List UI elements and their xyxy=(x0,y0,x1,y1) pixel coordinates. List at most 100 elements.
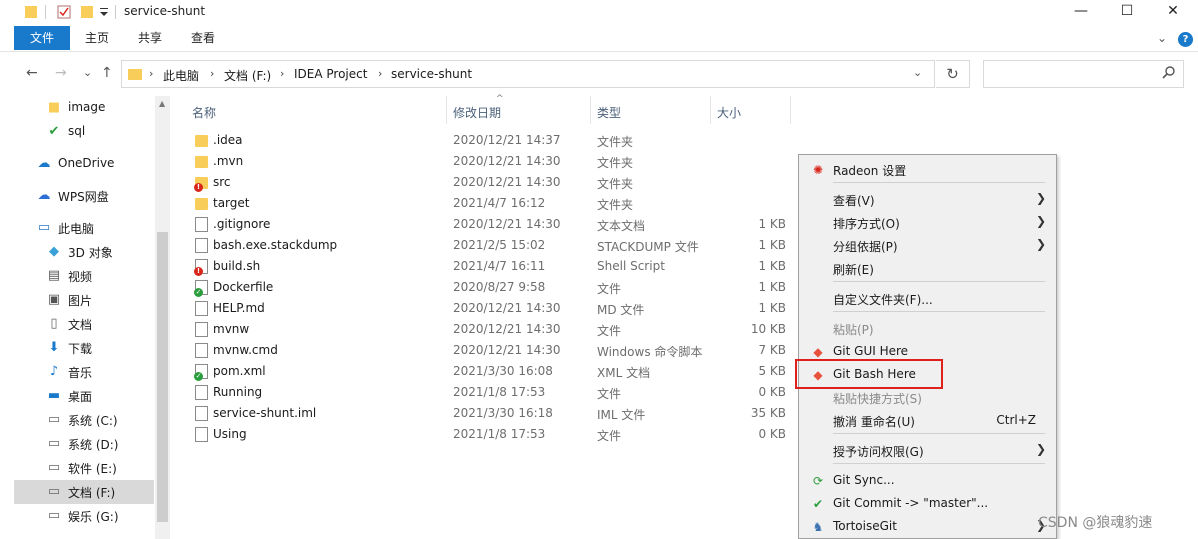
file-row[interactable]: mvnw 2020/12/21 14:30 文件 10 KB xyxy=(186,319,796,340)
file-row[interactable]: service-shunt.iml 2021/3/30 16:18 IML 文件 35… xyxy=(186,403,796,424)
sidebar-item[interactable]: ▣ 图片 xyxy=(14,288,154,312)
help-icon[interactable]: ? xyxy=(1178,32,1193,47)
file-row[interactable]: ! build.sh 2021/4/7 16:11 Shell Script 1 KB xyxy=(186,256,796,277)
address-bar[interactable]: › 此电脑 › 文档 (F:) › IDEA Project › service… xyxy=(121,60,935,88)
sidebar-scrollbar-thumb[interactable] xyxy=(157,232,168,522)
close-button[interactable]: ✕ xyxy=(1150,0,1196,24)
sidebar-item-label: 下载 xyxy=(68,342,93,356)
menu-item[interactable]: ✺ Radeon 设置 xyxy=(799,158,1056,181)
menu-item-label: 撤消 重命名(U) xyxy=(833,415,915,429)
menu-item[interactable]: 查看(V) ❯ xyxy=(799,188,1056,211)
menu-item[interactable]: ⟳ Git Sync... xyxy=(799,469,1056,492)
column-header-date[interactable]: 修改日期 xyxy=(453,104,501,121)
new-folder-icon[interactable] xyxy=(80,4,94,20)
menu-item[interactable]: ♞ TortoiseGit ❯ xyxy=(799,515,1056,538)
file-size: 1 KB xyxy=(758,280,786,294)
forward-button[interactable]: → xyxy=(55,65,67,81)
menu-item[interactable]: 自定义文件夹(F)... xyxy=(799,287,1056,310)
tab-share[interactable]: 共享 xyxy=(127,26,173,50)
tab-file[interactable]: 文件 xyxy=(14,26,70,50)
sidebar-item[interactable]: ☁ WPS网盘 xyxy=(14,184,154,208)
file-row[interactable]: Running 2021/1/8 17:53 文件 0 KB xyxy=(186,382,796,403)
file-row[interactable]: ! src 2020/12/21 14:30 文件夹 xyxy=(186,172,796,193)
breadcrumb-this-pc[interactable]: 此电脑 xyxy=(163,67,199,84)
git-commit-icon: ✔ xyxy=(812,497,824,511)
file-name: bash.exe.stackdump xyxy=(213,238,338,252)
breadcrumb-drive-f[interactable]: 文档 (F:) xyxy=(224,67,271,84)
file-row[interactable]: Using 2021/1/8 17:53 文件 0 KB xyxy=(186,424,796,445)
sidebar-item-label: 3D 对象 xyxy=(68,246,113,260)
menu-item[interactable]: 分组依据(P) ❯ xyxy=(799,234,1056,257)
refresh-button[interactable]: ↻ xyxy=(936,60,970,88)
sidebar-item[interactable]: ▭ 软件 (E:) xyxy=(14,456,154,480)
sidebar-item[interactable]: ✔ sql xyxy=(14,120,154,144)
context-menu: ✺ Radeon 设置 查看(V) ❯ 排序方式(O) ❯ 分组依据(P) ❯ 刷新(E) 自定义… xyxy=(798,154,1057,539)
properties-icon[interactable] xyxy=(56,4,72,20)
sidebar-item[interactable]: ⬇ 下载 xyxy=(14,336,154,360)
title-bar: service-shunt — ☐ ✕ xyxy=(0,0,1198,26)
file-row[interactable]: ✓ Dockerfile 2020/8/27 9:58 文件 1 KB xyxy=(186,277,796,298)
divider xyxy=(45,5,46,19)
menu-item[interactable]: 排序方式(O) ❯ xyxy=(799,211,1056,234)
breadcrumb-service-shunt[interactable]: service-shunt xyxy=(391,67,472,81)
file-icon xyxy=(195,238,208,253)
file-row[interactable]: .mvn 2020/12/21 14:30 文件夹 xyxy=(186,151,796,172)
column-divider[interactable] xyxy=(790,96,791,124)
sidebar-item[interactable]: ▭ 此电脑 xyxy=(14,216,154,240)
sidebar-item[interactable]: ▭ 文档 (F:) xyxy=(14,480,154,504)
tortoisegit-icon: ♞ xyxy=(812,520,824,534)
back-button[interactable]: ← xyxy=(26,65,38,81)
maximize-button[interactable]: ☐ xyxy=(1104,0,1150,24)
customize-quick-access-icon[interactable] xyxy=(99,4,111,20)
file-row[interactable]: .idea 2020/12/21 14:37 文件夹 xyxy=(186,130,796,151)
tab-home[interactable]: 主页 xyxy=(74,26,120,50)
breadcrumb-separator: › xyxy=(149,67,154,80)
tab-view[interactable]: 查看 xyxy=(180,26,226,50)
search-input[interactable] xyxy=(983,60,1184,88)
sidebar-item-label: 视频 xyxy=(68,270,93,284)
up-button[interactable]: ↑ xyxy=(101,65,113,81)
menu-item[interactable]: ✔ Git Commit -> "master"... xyxy=(799,492,1056,515)
file-row[interactable]: .gitignore 2020/12/21 14:30 文本文档 1 KB xyxy=(186,214,796,235)
file-date: 2021/4/7 16:12 xyxy=(453,196,546,210)
sidebar-item[interactable]: ▯ 文档 xyxy=(14,312,154,336)
scroll-up-icon[interactable]: ▲ xyxy=(159,99,165,108)
sidebar-item[interactable]: ♪ 音乐 xyxy=(14,360,154,384)
recent-locations-button[interactable]: ⌄ xyxy=(83,66,92,79)
file-type: Windows 命令脚本 xyxy=(597,345,703,359)
sidebar-item[interactable]: ☁ OneDrive xyxy=(14,152,154,176)
column-divider[interactable] xyxy=(710,96,711,124)
menu-item[interactable]: 刷新(E) xyxy=(799,257,1056,280)
menu-item[interactable]: 授予访问权限(G) ❯ xyxy=(799,439,1056,462)
file-type: 文件 xyxy=(597,324,622,338)
sidebar-item[interactable]: ■ image xyxy=(14,96,154,120)
file-icon xyxy=(195,301,208,316)
folder-icon xyxy=(195,135,208,147)
file-row[interactable]: mvnw.cmd 2020/12/21 14:30 Windows 命令脚本 7 KB xyxy=(186,340,796,361)
menu-item[interactable]: 粘贴(P) xyxy=(799,317,1056,340)
sidebar-item[interactable]: ▤ 视频 xyxy=(14,264,154,288)
sidebar-item[interactable]: ◆ 3D 对象 xyxy=(14,240,154,264)
column-divider[interactable] xyxy=(446,96,447,124)
file-list-header: ^ 名称 修改日期 类型 大小 xyxy=(186,94,796,124)
sidebar-item[interactable]: ▬ 桌面 xyxy=(14,384,154,408)
breadcrumb-idea-project[interactable]: IDEA Project xyxy=(294,67,367,81)
menu-item[interactable]: 撤消 重命名(U) Ctrl+Z xyxy=(799,409,1056,432)
column-header-name[interactable]: 名称 xyxy=(192,104,216,121)
sidebar-item[interactable]: ▭ 娱乐 (G:) xyxy=(14,504,154,528)
file-row[interactable]: target 2021/4/7 16:12 文件夹 xyxy=(186,193,796,214)
column-divider[interactable] xyxy=(590,96,591,124)
menu-item[interactable]: 粘贴快捷方式(S) xyxy=(799,386,1056,409)
sidebar-item[interactable]: ▭ 系统 (C:) xyxy=(14,408,154,432)
column-header-size[interactable]: 大小 xyxy=(717,104,741,121)
sidebar-item[interactable]: ▭ 系统 (D:) xyxy=(14,432,154,456)
file-row[interactable]: ✓ pom.xml 2021/3/30 16:08 XML 文档 5 KB xyxy=(186,361,796,382)
menu-separator xyxy=(833,182,1045,183)
expand-ribbon-icon[interactable]: ⌄ xyxy=(1157,31,1167,45)
minimize-button[interactable]: — xyxy=(1058,0,1104,24)
column-header-type[interactable]: 类型 xyxy=(597,104,621,121)
file-row[interactable]: bash.exe.stackdump 2021/2/5 15:02 STACKDUM… xyxy=(186,235,796,256)
address-dropdown-icon[interactable]: ⌄ xyxy=(913,66,922,79)
menu-item-label: Git Sync... xyxy=(833,473,895,487)
file-row[interactable]: HELP.md 2020/12/21 14:30 MD 文件 1 KB xyxy=(186,298,796,319)
